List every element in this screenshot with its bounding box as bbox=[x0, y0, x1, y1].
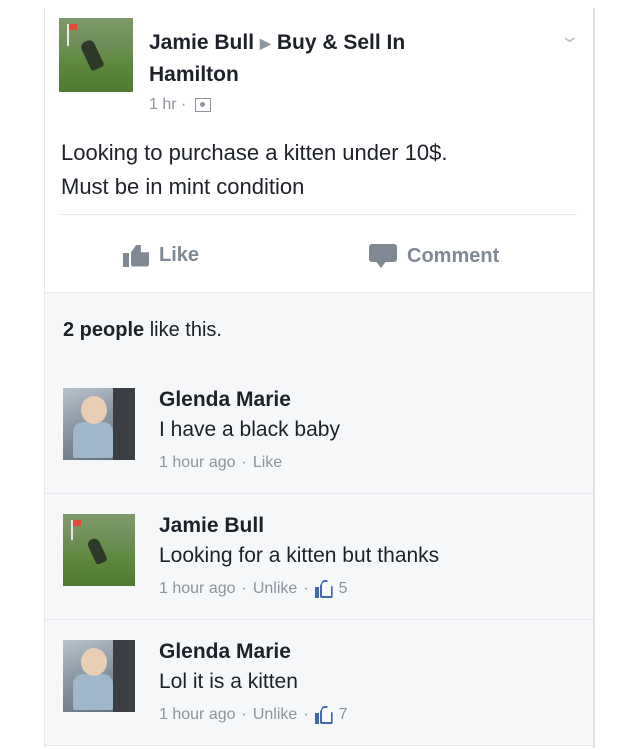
likes-suffix: like this. bbox=[144, 319, 222, 341]
post-card: Jamie Bull ▶ Buy & Sell In Hamilton 1 hr ·… bbox=[44, 8, 595, 748]
like-label: Like bbox=[159, 244, 200, 266]
comment-timestamp[interactable]: 1 hour ago bbox=[159, 454, 236, 472]
avatar[interactable] bbox=[63, 640, 135, 712]
meta-separator: · bbox=[241, 706, 247, 723]
right-triangle-icon: ▶ bbox=[260, 35, 271, 52]
avatar[interactable] bbox=[63, 388, 135, 460]
comment: Jamie Bull Looking for a kitten but than… bbox=[45, 494, 593, 620]
thumbs-up-icon bbox=[314, 580, 333, 598]
comment-text: Looking for a kitten but thanks bbox=[159, 544, 440, 567]
comment-timestamp[interactable]: 1 hour ago bbox=[159, 580, 236, 598]
post-author-link[interactable]: Jamie Bull bbox=[149, 31, 254, 54]
post-header: Jamie Bull ▶ Buy & Sell In Hamilton 1 hr ·… bbox=[59, 18, 583, 118]
meta-separator: · bbox=[241, 580, 247, 597]
post-text-line: Must be in mint condition bbox=[61, 174, 305, 199]
comment-author[interactable]: Glenda Marie bbox=[159, 640, 291, 664]
like-button[interactable]: Like bbox=[123, 244, 199, 267]
comment-text: Lol it is a kitten bbox=[159, 670, 298, 693]
post-meta: 1 hr · bbox=[149, 96, 211, 114]
speech-bubble-icon bbox=[369, 244, 397, 268]
group-link[interactable]: Buy & Sell In bbox=[277, 31, 405, 54]
meta-separator: · bbox=[241, 454, 247, 471]
comment-timestamp[interactable]: 1 hour ago bbox=[159, 706, 236, 724]
post-text-line: Looking to purchase a kitten under 10$. bbox=[61, 140, 448, 165]
meta-separator: · bbox=[303, 706, 309, 723]
comment-meta: 1 hour ago · Like bbox=[159, 454, 282, 472]
group-privacy-icon bbox=[194, 97, 211, 112]
divider bbox=[61, 214, 577, 215]
likes-summary: 2 people like this. bbox=[45, 292, 593, 370]
thumbs-up-icon bbox=[123, 244, 149, 267]
comment-like-link[interactable]: Like bbox=[253, 454, 282, 472]
post-body: Looking to purchase a kitten under 10$. … bbox=[61, 136, 573, 204]
avatar[interactable] bbox=[63, 514, 135, 586]
comment-label: Comment bbox=[407, 244, 500, 267]
comment: Glenda Marie Lol it is a kitten 1 hour a… bbox=[45, 620, 593, 746]
comment-like-count[interactable]: 7 bbox=[339, 706, 348, 724]
likers-link[interactable]: 2 people bbox=[63, 319, 144, 341]
comment-unlike-link[interactable]: Unlike bbox=[253, 706, 297, 724]
post-timestamp[interactable]: 1 hr bbox=[149, 96, 177, 113]
post-title: Jamie Bull ▶ Buy & Sell In bbox=[149, 28, 405, 58]
avatar[interactable] bbox=[59, 18, 133, 92]
comment: Glenda Marie I have a black baby 1 hour … bbox=[45, 368, 593, 494]
comment-like-count[interactable]: 5 bbox=[339, 580, 348, 598]
comment-author[interactable]: Glenda Marie bbox=[159, 388, 291, 412]
comment-text: I have a black baby bbox=[159, 418, 340, 441]
chevron-down-icon[interactable]: ⌄ bbox=[559, 26, 580, 47]
flag bbox=[69, 24, 77, 30]
golfer-figure bbox=[79, 38, 105, 72]
group-link-line2[interactable]: Hamilton bbox=[149, 60, 239, 90]
thumbs-up-icon bbox=[314, 706, 333, 724]
comment-author[interactable]: Jamie Bull bbox=[159, 514, 264, 538]
likes-summary-text: 2 people like this. bbox=[63, 319, 222, 342]
meta-separator: · bbox=[181, 96, 187, 113]
meta-separator: · bbox=[303, 580, 309, 597]
comment-meta: 1 hour ago · Unlike · 5 bbox=[159, 580, 348, 598]
post-actions: Like Comment bbox=[45, 230, 593, 290]
comment-button[interactable]: Comment bbox=[369, 244, 499, 268]
comment-meta: 1 hour ago · Unlike · 7 bbox=[159, 706, 348, 724]
comment-unlike-link[interactable]: Unlike bbox=[253, 580, 297, 598]
